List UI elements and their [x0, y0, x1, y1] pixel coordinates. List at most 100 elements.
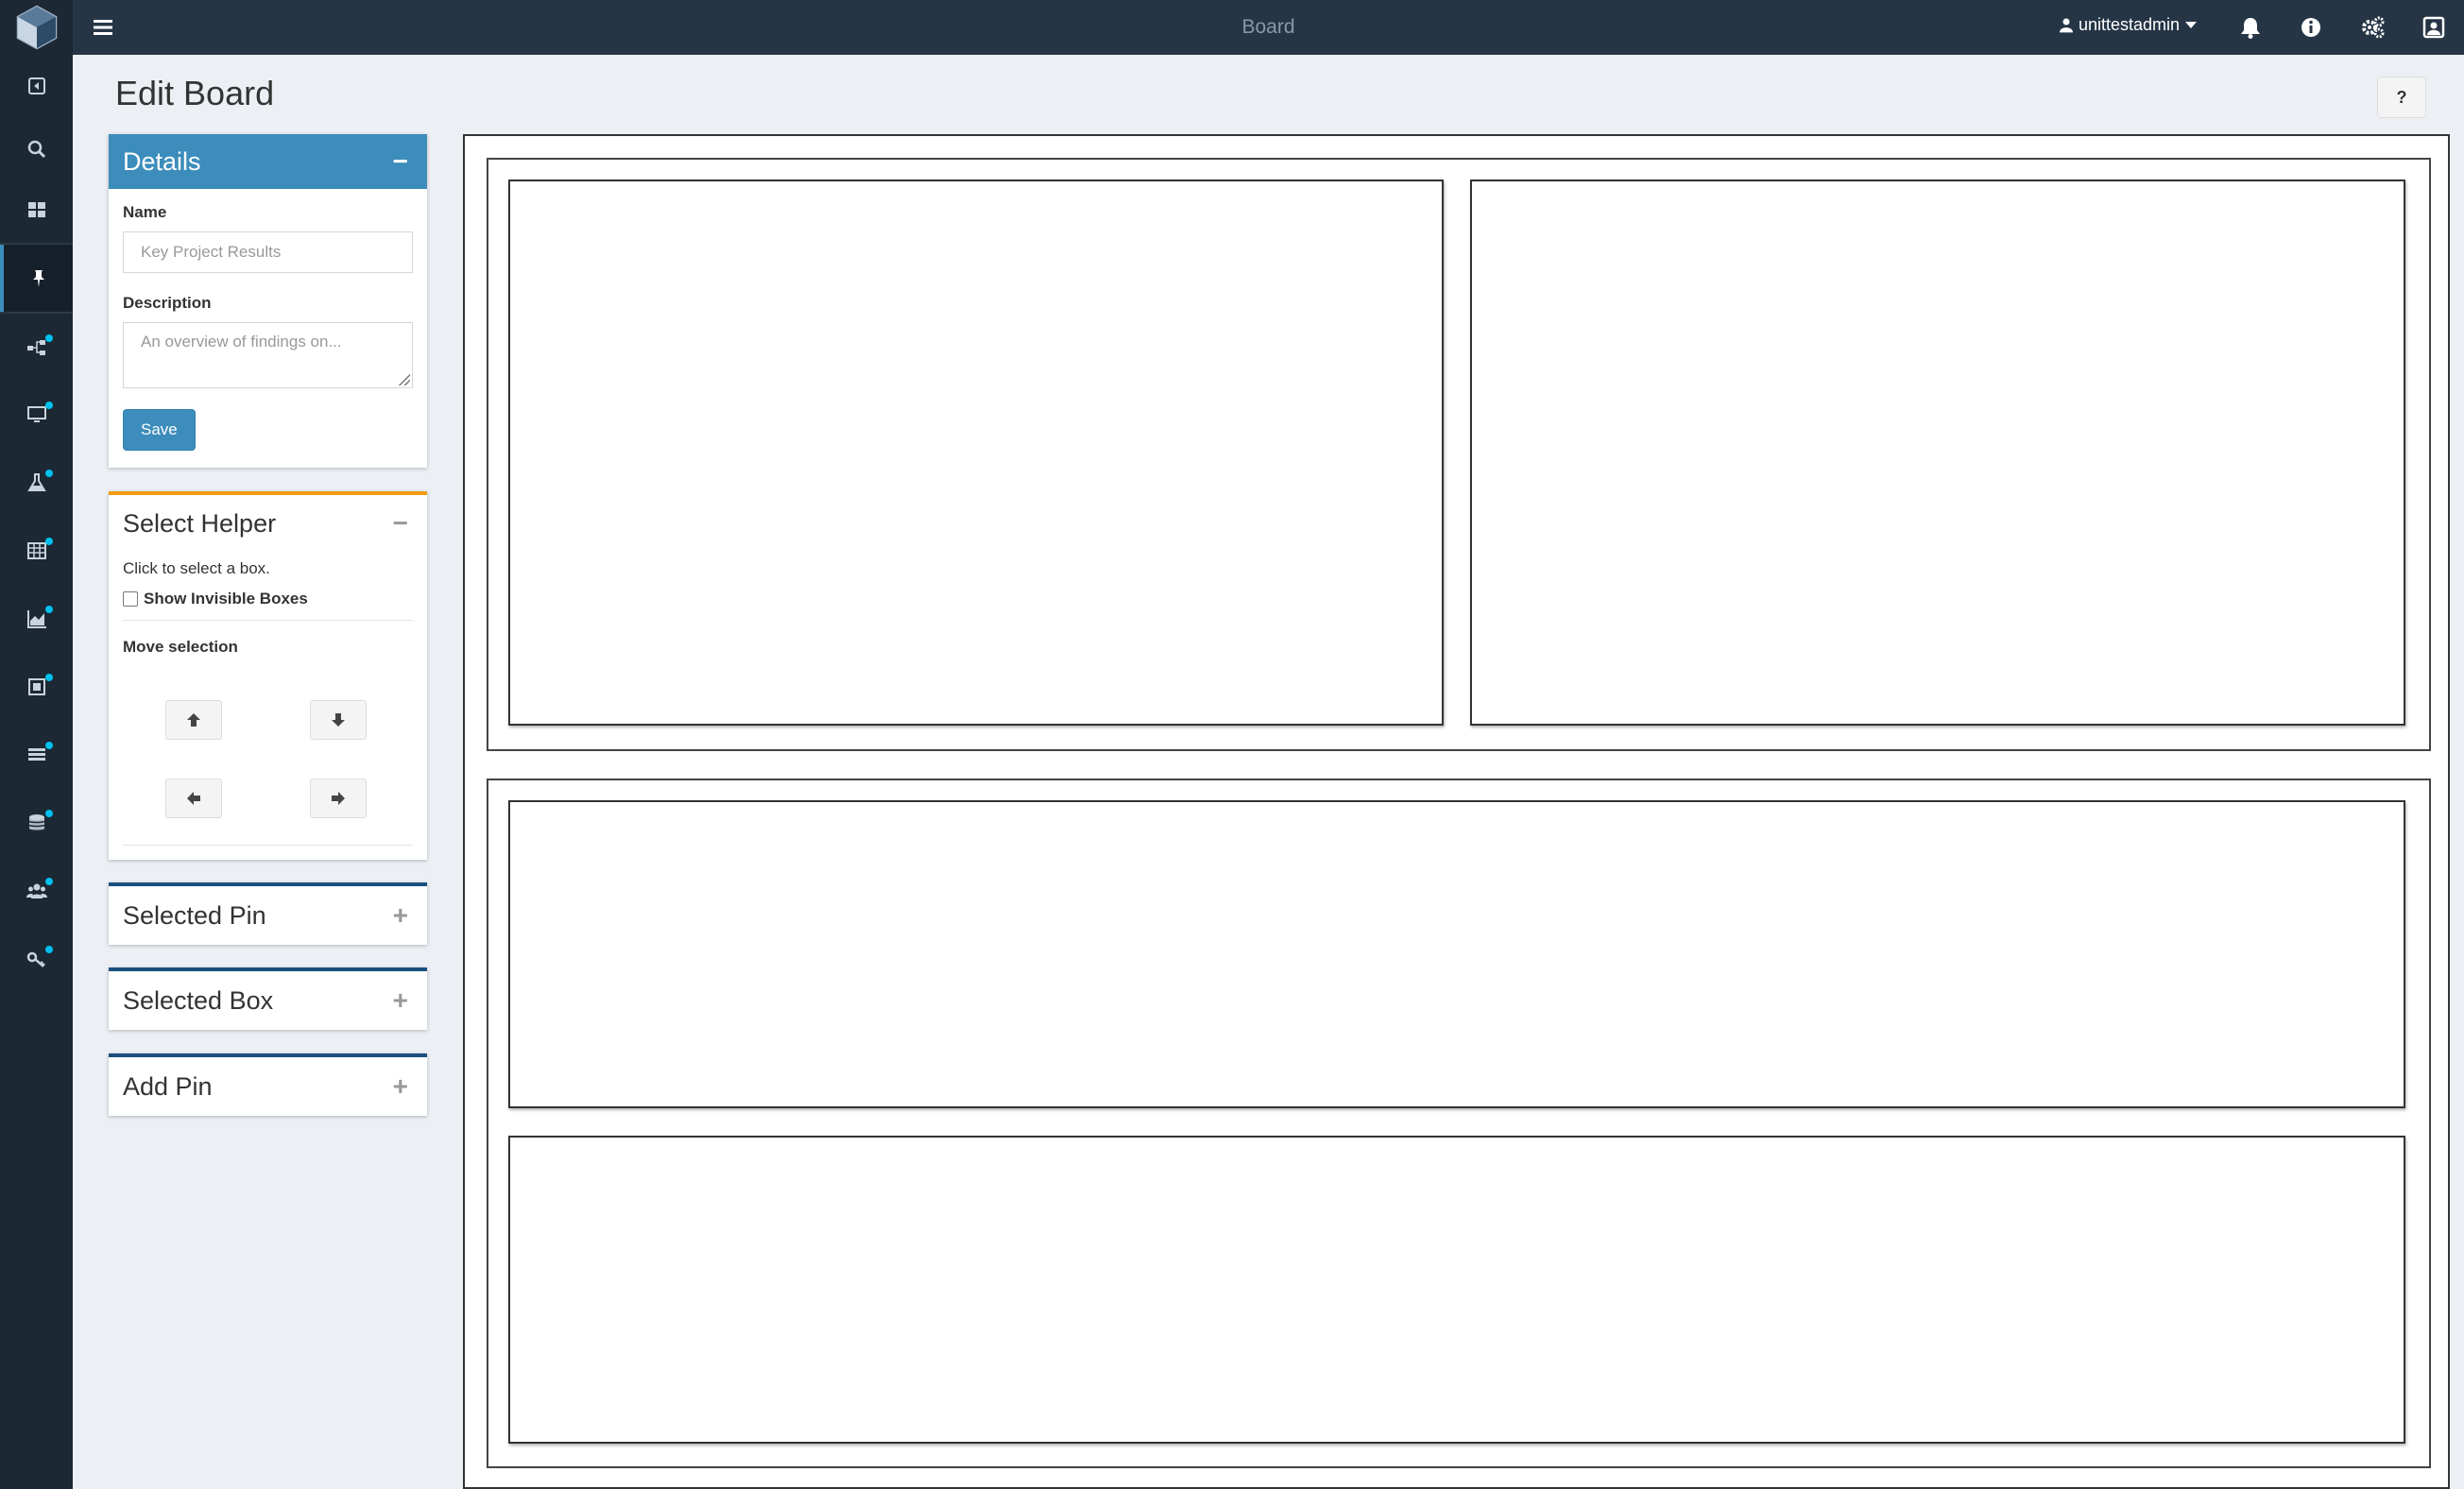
page-title: Edit Board: [115, 74, 275, 112]
caret-down-icon: [2185, 21, 2198, 28]
details-panel-header: Details −: [109, 134, 427, 189]
sidebar-item-frames[interactable]: [0, 653, 73, 721]
monitor-icon: [26, 406, 46, 422]
user-icon: [2060, 18, 2073, 33]
selected-box-title: Selected Box: [123, 985, 274, 1015]
list-icon: [27, 748, 45, 761]
area-chart-icon: [26, 610, 46, 628]
board-box[interactable]: [1470, 180, 2405, 726]
select-helper-header: Select Helper −: [109, 495, 427, 552]
sidebar-item-back[interactable]: [0, 52, 73, 120]
back-icon: [27, 77, 45, 94]
badge-dot: [45, 946, 53, 953]
description-textarea[interactable]: An overview of findings on...: [123, 322, 413, 388]
move-down-button[interactable]: [310, 700, 367, 740]
move-left-button[interactable]: [165, 779, 222, 818]
move-up-button[interactable]: [165, 700, 222, 740]
notifications-button[interactable]: [2238, 15, 2263, 40]
workflow-icon: [26, 340, 45, 355]
board-box[interactable]: [508, 800, 2405, 1108]
name-input[interactable]: Key Project Results: [123, 231, 413, 273]
badge-dot: [45, 402, 53, 409]
board-canvas[interactable]: [463, 134, 2450, 1489]
arrow-left-icon: [187, 792, 200, 805]
settings-button[interactable]: [2361, 15, 2386, 40]
pin-icon: [32, 270, 44, 287]
sidebar-item-databases[interactable]: [0, 789, 73, 857]
selected-pin-title: Selected Pin: [123, 900, 266, 930]
badge-dot: [45, 606, 53, 613]
badge-dot: [45, 810, 53, 817]
add-pin-panel: Add Pin +: [109, 1053, 427, 1116]
search-icon: [27, 140, 45, 159]
arrow-up-icon: [187, 713, 200, 727]
frame-icon: [27, 678, 45, 695]
bell-icon: [2241, 18, 2260, 39]
sidebar-item-tables[interactable]: [0, 517, 73, 585]
name-label: Name: [123, 203, 167, 221]
expand-toggle-button[interactable]: +: [393, 900, 408, 931]
username: unittestadmin: [2079, 15, 2181, 34]
sidebar-item-charts[interactable]: [0, 585, 73, 653]
sidebar-item-lists[interactable]: [0, 721, 73, 789]
sidebar-item-workflows[interactable]: [0, 314, 73, 382]
board-box[interactable]: [508, 180, 1444, 726]
move-right-button[interactable]: [310, 779, 367, 818]
show-invisible-label: Show Invisible Boxes: [144, 590, 308, 608]
badge-dot: [45, 538, 53, 545]
account-box-icon: [2422, 16, 2445, 39]
board-row[interactable]: [487, 779, 2431, 1468]
account-button[interactable]: [2421, 15, 2446, 40]
database-icon: [27, 814, 45, 830]
hamburger-menu-icon[interactable]: [92, 16, 114, 39]
selected-box-panel: Selected Box +: [109, 967, 427, 1030]
details-panel: Details − Name Key Project Results Descr…: [109, 134, 427, 468]
expand-toggle-button[interactable]: +: [393, 1071, 408, 1102]
gears-icon: [2362, 16, 2385, 39]
sidebar-item-monitor[interactable]: [0, 381, 73, 449]
badge-dot: [45, 470, 53, 477]
sidebar-item-boards[interactable]: [0, 245, 73, 313]
sidebar-item-users[interactable]: [0, 857, 73, 925]
details-panel-title: Details: [123, 146, 201, 176]
users-icon: [26, 883, 47, 899]
description-placeholder: An overview of findings on...: [141, 333, 342, 351]
sidebar-item-lab[interactable]: [0, 449, 73, 517]
logo-icon: [16, 5, 57, 50]
add-pin-title: Add Pin: [123, 1071, 213, 1101]
badge-dot: [45, 334, 53, 342]
select-hint: Click to select a box.: [123, 559, 270, 577]
sidebar-item-search[interactable]: [0, 115, 73, 183]
divider: [123, 620, 413, 621]
description-label: Description: [123, 294, 212, 312]
board-row[interactable]: [487, 158, 2431, 751]
collapse-toggle-button[interactable]: −: [393, 146, 408, 177]
expand-toggle-button[interactable]: +: [393, 985, 408, 1016]
arrow-down-icon: [332, 713, 345, 727]
sidebar-item-keys[interactable]: [0, 925, 73, 993]
table-icon: [26, 542, 46, 559]
divider: [123, 845, 413, 846]
badge-dot: [45, 674, 53, 681]
select-helper-panel: Select Helper − Click to select a box. S…: [109, 491, 427, 860]
arrow-right-icon: [332, 792, 345, 805]
collapse-toggle-button[interactable]: −: [393, 508, 408, 539]
badge-dot: [45, 878, 53, 885]
top-navbar: Board unittestadmin: [73, 0, 2464, 55]
save-button[interactable]: Save: [123, 409, 196, 451]
resize-grip-icon[interactable]: [399, 374, 410, 385]
flask-icon: [26, 473, 46, 491]
user-menu[interactable]: unittestadmin: [2060, 15, 2198, 35]
info-icon: [2301, 18, 2320, 37]
select-helper-title: Select Helper: [123, 508, 277, 538]
sidebar-item-dashboard[interactable]: [0, 176, 73, 244]
sidebar: [0, 0, 73, 1489]
show-invisible-checkbox[interactable]: [123, 591, 138, 607]
badge-dot: [45, 742, 53, 749]
app-logo[interactable]: [0, 0, 73, 55]
help-button[interactable]: ?: [2377, 77, 2426, 118]
move-selection-label: Move selection: [123, 638, 238, 656]
selected-pin-panel: Selected Pin +: [109, 882, 427, 945]
board-box[interactable]: [508, 1136, 2405, 1444]
info-button[interactable]: [2299, 15, 2323, 40]
